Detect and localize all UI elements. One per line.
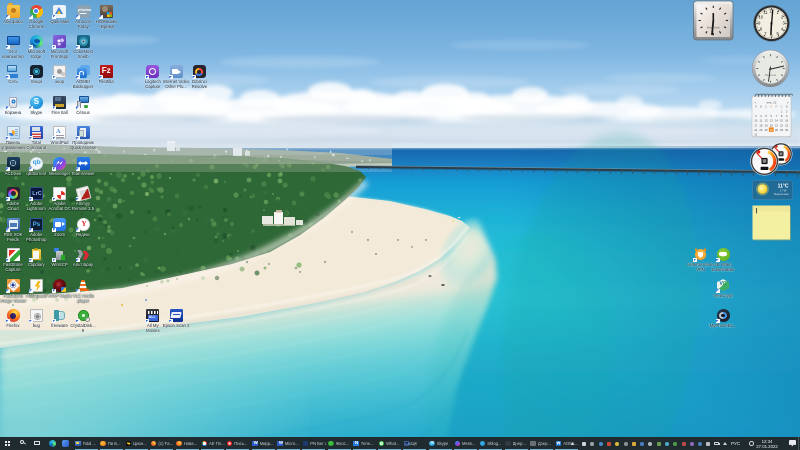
svg-text:25: 25: [759, 128, 763, 132]
svg-text:13: 13: [770, 119, 774, 123]
svg-text:10: 10: [754, 119, 758, 123]
svg-text:20: 20: [770, 123, 774, 127]
svg-text:24: 24: [754, 128, 758, 132]
svg-text:П: П: [775, 105, 777, 109]
svg-text:Барселона: Барселона: [774, 192, 789, 196]
svg-text:27: 27: [770, 128, 774, 132]
svg-text:14: 14: [775, 119, 779, 123]
svg-text:29: 29: [780, 128, 784, 132]
svg-text:30: 30: [785, 128, 789, 132]
svg-text:10: 10: [759, 15, 764, 20]
svg-text:С: С: [765, 105, 767, 109]
svg-text:21: 21: [775, 123, 779, 127]
svg-text:Ч: Ч: [770, 105, 772, 109]
svg-text:28: 28: [775, 128, 779, 132]
svg-text:22: 22: [780, 123, 784, 127]
svg-text:12: 12: [765, 119, 769, 123]
svg-text:В: В: [786, 105, 788, 109]
svg-text:В: В: [760, 105, 762, 109]
svg-text:16: 16: [785, 119, 789, 123]
svg-text:С: С: [781, 105, 783, 109]
svg-text:Moscow: Moscow: [765, 73, 777, 77]
svg-text:11: 11: [763, 10, 768, 15]
svg-text:26: 26: [765, 128, 769, 132]
svg-text:П: П: [755, 105, 757, 109]
svg-text:янв. 22: янв. 22: [767, 101, 777, 105]
svg-text:19: 19: [765, 123, 769, 127]
svg-text:11: 11: [759, 119, 762, 123]
svg-text:18: 18: [759, 123, 763, 127]
svg-text:15: 15: [780, 119, 784, 123]
svg-text:17: 17: [754, 123, 758, 127]
svg-text:31: 31: [754, 132, 758, 136]
svg-text:23: 23: [785, 123, 789, 127]
